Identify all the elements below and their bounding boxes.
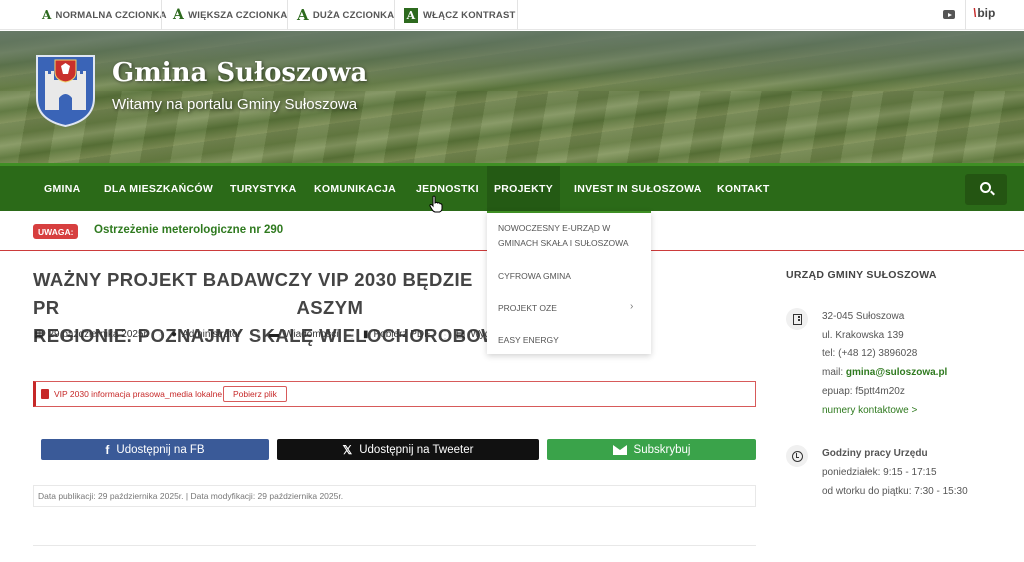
share-twitter-label: Udostępnij na Tweeter — [359, 443, 474, 456]
divider: ⋮ — [347, 330, 357, 341]
facebook-icon: f — [105, 442, 110, 457]
share-twitter-button[interactable]: 𝕏 Udostępnij na Tweeter — [277, 439, 539, 460]
phone: tel: (+48 12) 3896028 — [822, 348, 918, 359]
article-date: 29 października 2025r. — [48, 329, 150, 340]
font-size-icon: A — [42, 8, 52, 22]
pdf-button[interactable]: ▮ Pobierz PDF — [363, 329, 430, 340]
calendar-icon: ▦ — [34, 329, 44, 340]
large-font-button[interactable]: A DUŻA CZCIONKA — [297, 0, 394, 30]
normal-font-button[interactable]: A NORMALNA CZCIONKA — [42, 0, 167, 30]
email-row: mail: gmina@suloszowa.pl — [822, 367, 947, 378]
divider — [287, 0, 288, 30]
meta-category[interactable]: ▬ Wiadomości — [269, 329, 338, 340]
user-icon: ● — [171, 329, 178, 340]
contrast-label: WŁĄCZ KONTRAST — [423, 9, 516, 21]
clock-icon — [786, 445, 808, 467]
contrast-button[interactable]: A WŁĄCZ KONTRAST — [404, 0, 516, 30]
pdf-label: Pobierz PDF — [373, 329, 431, 340]
article-author: Administrator — [182, 329, 241, 340]
nav-item-projekty[interactable]: PROJEKTY — [487, 166, 560, 211]
building-icon — [786, 308, 808, 330]
publication-info: Data publikacji: 29 października 2025r. … — [33, 485, 756, 507]
font-size-icon: A — [297, 6, 309, 24]
font-size-icon: A — [173, 7, 185, 23]
email-label: mail: — [822, 367, 846, 378]
dropdown-item-nowoczesny-e-urzad[interactable]: NOWOCZESNY E-URZĄD W GMINACH SKAŁA I SUŁ… — [498, 221, 643, 251]
search-button[interactable] — [965, 174, 1007, 205]
larger-font-label: WIĘKSZA CZCIONKA — [188, 9, 288, 21]
divider: ⋮ — [440, 330, 450, 341]
main-navigation: GMINA DLA MIESZKAŃCÓW TURYSTYKA KOMUNIKA… — [0, 163, 1024, 211]
bip-label: bip — [977, 6, 996, 20]
coat-of-arms-logo[interactable] — [35, 54, 96, 128]
dropdown-item-projekt-oze[interactable]: PROJEKT OZE — [498, 301, 557, 316]
envelope-icon — [612, 444, 627, 455]
folder-icon: ▬ — [269, 329, 279, 340]
larger-font-button[interactable]: A WIĘKSZA CZCIONKA — [173, 0, 288, 30]
article-category: Wiadomości — [284, 329, 339, 340]
alert-link[interactable]: Ostrzeżenie meterologiczne nr 290 — [94, 224, 283, 236]
divider — [517, 0, 518, 30]
download-file-button[interactable]: Pobierz plik — [223, 386, 287, 402]
share-facebook-label: Udostępnij na FB — [116, 443, 205, 456]
contacts-link[interactable]: numery kontaktowe > — [822, 405, 917, 416]
meta-date: ▦ 29 października 2025r. — [34, 329, 149, 340]
chevron-right-icon: › — [630, 301, 634, 312]
divider — [33, 545, 756, 546]
youtube-icon[interactable] — [943, 10, 955, 19]
article-title-line1-end: ASZYM — [296, 297, 364, 318]
divider: ⋮ — [254, 330, 264, 341]
office-hours-monday: poniedziałek: 9:15 - 17:15 — [822, 467, 937, 478]
share-facebook-button[interactable]: f Udostępnij na FB — [41, 439, 269, 460]
address-line2: ul. Krakowska 139 — [822, 330, 904, 341]
divider — [965, 0, 966, 30]
nav-item-invest[interactable]: INVEST IN SUŁOSZOWA — [574, 166, 702, 211]
nav-item-kontakt[interactable]: KONTAKT — [717, 166, 770, 211]
nav-item-dla-mieszkancow[interactable]: DLA MIESZKAŃCÓW — [104, 166, 213, 211]
accessibility-bar: A NORMALNA CZCIONKA A WIĘKSZA CZCIONKA A DU… — [0, 0, 1024, 30]
nav-item-turystyka[interactable]: TURYSTYKA — [230, 166, 296, 211]
hand-cursor-icon — [429, 195, 443, 213]
epuap: epuap: f5ptt4m20z — [822, 386, 905, 397]
dropdown-item-easy-energy[interactable]: EASY ENERGY — [498, 333, 559, 348]
divider — [394, 0, 395, 30]
site-title[interactable]: Gmina Sułoszowa — [112, 58, 367, 88]
search-icon-handle — [990, 190, 995, 196]
subscribe-button[interactable]: Subskrybuj — [547, 439, 756, 460]
office-hours-weekdays: od wtorku do piątku: 7:30 - 15:30 — [822, 486, 968, 497]
nav-item-jednostki[interactable]: JEDNOSTKI — [416, 166, 479, 211]
projekty-dropdown-menu: NOWOCZESNY E-URZĄD W GMINACH SKAŁA I SUŁ… — [487, 211, 651, 354]
dropdown-item-cyfrowa-gmina[interactable]: CYFROWA GMINA — [498, 269, 571, 284]
nav-item-gmina[interactable]: GMINA — [44, 166, 81, 211]
print-button[interactable]: ▤ Wyd — [456, 329, 490, 340]
nav-item-komunikacja[interactable]: KOMUNIKACJA — [314, 166, 396, 211]
site-subtitle: Witamy na portalu Gminy Sułoszowa — [112, 96, 358, 113]
x-icon: 𝕏 — [342, 442, 353, 457]
file-icon — [41, 389, 49, 399]
attachment-name[interactable]: VIP 2030 informacja prasowa_media lokaln… — [54, 389, 222, 399]
normal-font-label: NORMALNA CZCIONKA — [55, 9, 167, 21]
bip-icon[interactable]: \bip — [973, 6, 995, 20]
subscribe-label: Subskrybuj — [633, 443, 691, 456]
file-icon: ▮ — [363, 329, 369, 340]
meta-author: ● Administrator — [171, 329, 241, 340]
contrast-icon: A — [404, 7, 418, 23]
email-link[interactable]: gmina@suloszowa.pl — [846, 367, 947, 378]
divider — [161, 0, 162, 30]
attachment-box: VIP 2030 informacja prasowa_media lokaln… — [33, 381, 756, 407]
large-font-label: DUŻA CZCIONKA — [312, 9, 395, 21]
printer-icon: ▤ — [456, 329, 466, 340]
article-title-line1: WAŻNY PROJEKT BADAWCZY VIP 2030 BĘDZIE P… — [33, 269, 473, 318]
sidebar-title: URZĄD GMINY SUŁOSZOWA — [786, 269, 937, 281]
address-line1: 32-045 Sułoszowa — [822, 311, 905, 322]
office-hours-title: Godziny pracy Urzędu — [822, 448, 928, 459]
divider: ⋮ — [155, 330, 165, 341]
alert-badge: UWAGA: — [33, 224, 79, 239]
